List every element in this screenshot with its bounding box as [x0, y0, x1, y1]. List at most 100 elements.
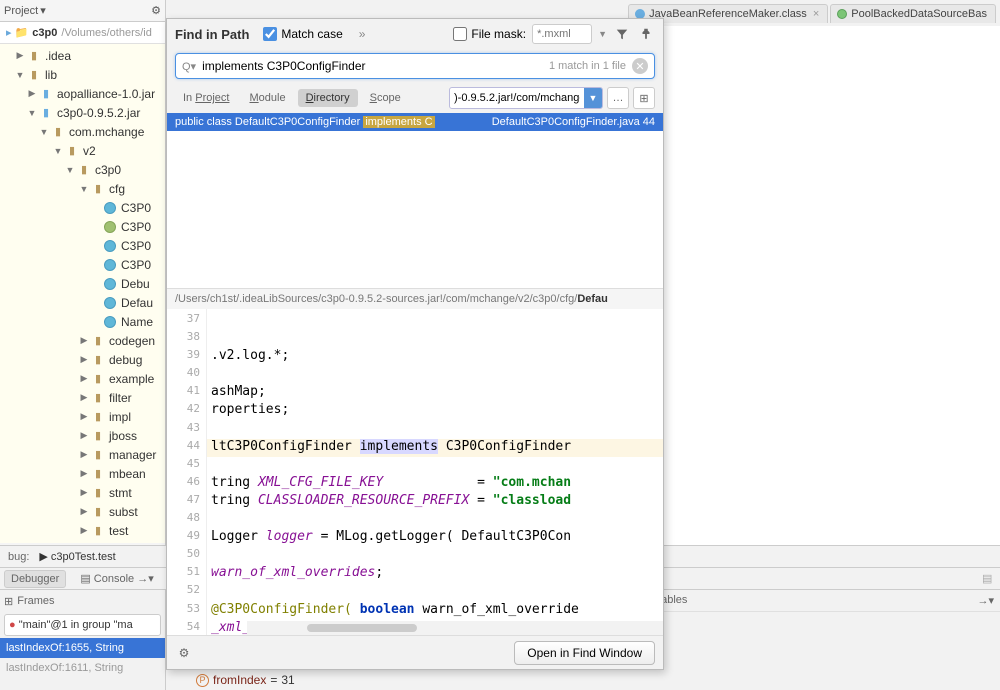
folder-icon: ▮	[26, 68, 42, 82]
browse-button[interactable]: …	[607, 87, 629, 109]
tree-item[interactable]: ▶▮stmt	[0, 483, 165, 502]
tree-item[interactable]: ▼▮cfg	[0, 179, 165, 198]
package-icon: ▮	[50, 125, 66, 139]
project-header[interactable]: Project▾ ⚙	[0, 0, 165, 22]
tree-item[interactable]: Debu	[0, 274, 165, 293]
file-mask-checkbox[interactable]: File mask:	[453, 27, 526, 41]
jar-icon: ▮	[38, 87, 54, 101]
tree-item[interactable]: ▶▮impl	[0, 407, 165, 426]
package-icon: ▮	[90, 448, 106, 462]
tree-item[interactable]: ▼▮c3p0-0.9.5.2.jar	[0, 103, 165, 122]
tree-item[interactable]: ▼▮com.mchange	[0, 122, 165, 141]
arrow-icon[interactable]: →▾	[977, 594, 994, 607]
dialog-footer: ⚙ Open in Find Window	[167, 635, 663, 669]
tree-item[interactable]: ▶▮codegen	[0, 331, 165, 350]
tree-item[interactable]: C3P0	[0, 217, 165, 236]
package-icon: ▮	[90, 353, 106, 367]
gutter: 373839404142434445464748495051525354	[167, 309, 207, 635]
search-icon: Q▾	[182, 60, 196, 73]
search-input-box: Q▾ 1 match in 1 file ✕	[175, 53, 655, 79]
gear-icon[interactable]: ⚙	[151, 4, 161, 17]
package-icon: ▮	[90, 334, 106, 348]
package-icon: ▮	[90, 505, 106, 519]
package-icon: ▮	[90, 467, 106, 481]
tree-item[interactable]: ▼▮c3p0	[0, 160, 165, 179]
debug-label: bug:	[4, 551, 33, 563]
code-preview: 373839404142434445464748495051525354 .v2…	[167, 309, 663, 635]
debug-config-tab[interactable]: ▶ c3p0Test.test	[33, 548, 121, 565]
find-in-path-dialog: Find in Path Match case » File mask: ▼ Q…	[166, 18, 664, 670]
filter-icon[interactable]	[613, 25, 631, 43]
package-icon: ▮	[90, 372, 106, 386]
search-result-row[interactable]: public class DefaultC3P0ConfigFinder imp…	[167, 113, 663, 131]
horizontal-scrollbar[interactable]	[247, 621, 663, 635]
package-icon: ▮	[76, 163, 92, 177]
folder-icon: ▮	[26, 49, 42, 63]
package-icon: ▮	[90, 429, 106, 443]
gear-icon[interactable]: ⚙	[175, 644, 193, 662]
editor-tab-pool[interactable]: PoolBackedDataSourceBas	[830, 4, 996, 23]
class-icon	[102, 239, 118, 253]
tree-item[interactable]: ▶▮test	[0, 521, 165, 540]
frames-panel: ⊞Frames ● "main"@1 in group "ma lastInde…	[0, 590, 166, 690]
variable-row[interactable]: PfromIndex=31	[166, 670, 1000, 690]
tree-item[interactable]: C3P0	[0, 198, 165, 217]
folder-icon: ▸ 📁	[6, 26, 28, 39]
tree-item[interactable]: ▶▮jboss	[0, 426, 165, 445]
project-tree: ▶▮.idea ▼▮lib ▶▮aopalliance-1.0.jar ▼▮c3…	[0, 44, 165, 543]
project-panel: Project▾ ⚙ ▸ 📁 c3p0 /Volumes/others/id ▶…	[0, 0, 166, 545]
tree-item[interactable]: ▶▮example	[0, 369, 165, 388]
tree-item[interactable]: Defau	[0, 293, 165, 312]
pin-icon[interactable]	[637, 25, 655, 43]
tree-item[interactable]: C3P0	[0, 236, 165, 255]
stack-frame[interactable]: lastIndexOf:1611, String	[0, 658, 165, 678]
tree-item[interactable]: C3P0	[0, 255, 165, 274]
project-root[interactable]: ▸ 📁 c3p0 /Volumes/others/id	[0, 22, 165, 44]
thread-selector[interactable]: ● "main"@1 in group "ma	[4, 614, 161, 636]
open-in-find-window-button[interactable]: Open in Find Window	[514, 641, 655, 665]
debugger-tab[interactable]: Debugger	[4, 570, 66, 588]
match-case-checkbox[interactable]: Match case	[263, 27, 342, 41]
results-area	[167, 131, 663, 289]
tree-item[interactable]: ▶▮subst	[0, 502, 165, 521]
tree-item[interactable]: ▶▮aopalliance-1.0.jar	[0, 84, 165, 103]
tree-item[interactable]: ▼▮v2	[0, 141, 165, 160]
directory-input[interactable]	[450, 92, 584, 104]
package-icon: ▮	[64, 144, 80, 158]
class-icon	[102, 277, 118, 291]
tree-item[interactable]: ▶▮.idea	[0, 46, 165, 65]
tool-icon[interactable]: ▤	[982, 572, 996, 586]
scope-directory[interactable]: DirectoryDirectory	[298, 89, 358, 107]
dialog-title: Find in Path	[175, 27, 249, 42]
java-icon	[635, 9, 645, 19]
clear-icon[interactable]: ✕	[632, 58, 648, 74]
tree-item[interactable]: ▶▮debug	[0, 350, 165, 369]
class-icon	[102, 296, 118, 310]
interface-icon	[102, 220, 118, 234]
class-icon	[837, 9, 847, 19]
class-icon	[102, 315, 118, 329]
tree-item[interactable]: ▶▮filter	[0, 388, 165, 407]
class-icon	[102, 201, 118, 215]
file-mask-input[interactable]	[532, 24, 592, 44]
console-tab[interactable]: ▤ Console →▾	[74, 570, 159, 587]
code-lines[interactable]: .v2.log.*; ashMap; roperties; ltC3P0Conf…	[207, 309, 663, 635]
recursive-button[interactable]: ⊞	[633, 87, 655, 109]
package-icon: ▮	[90, 391, 106, 405]
close-icon[interactable]: ×	[813, 8, 819, 20]
stack-frame[interactable]: lastIndexOf:1655, String	[0, 638, 165, 658]
scope-module[interactable]: MModuleodule	[241, 89, 293, 107]
scope-in-project[interactable]: In Project	[175, 89, 237, 107]
package-icon: ▮	[90, 524, 106, 538]
frames-icon: ⊞	[4, 595, 13, 608]
chevron-down-icon[interactable]: ▼	[584, 88, 602, 108]
package-icon: ▮	[90, 410, 106, 424]
tree-item[interactable]: ▼▮lib	[0, 65, 165, 84]
package-icon: ▮	[90, 182, 106, 196]
package-icon: ▮	[90, 486, 106, 500]
tree-item[interactable]: Name	[0, 312, 165, 331]
search-input[interactable]	[202, 59, 543, 73]
tree-item[interactable]: ▶▮mbean	[0, 464, 165, 483]
scope-scope[interactable]: ScopeScope	[362, 89, 409, 107]
tree-item[interactable]: ▶▮manager	[0, 445, 165, 464]
